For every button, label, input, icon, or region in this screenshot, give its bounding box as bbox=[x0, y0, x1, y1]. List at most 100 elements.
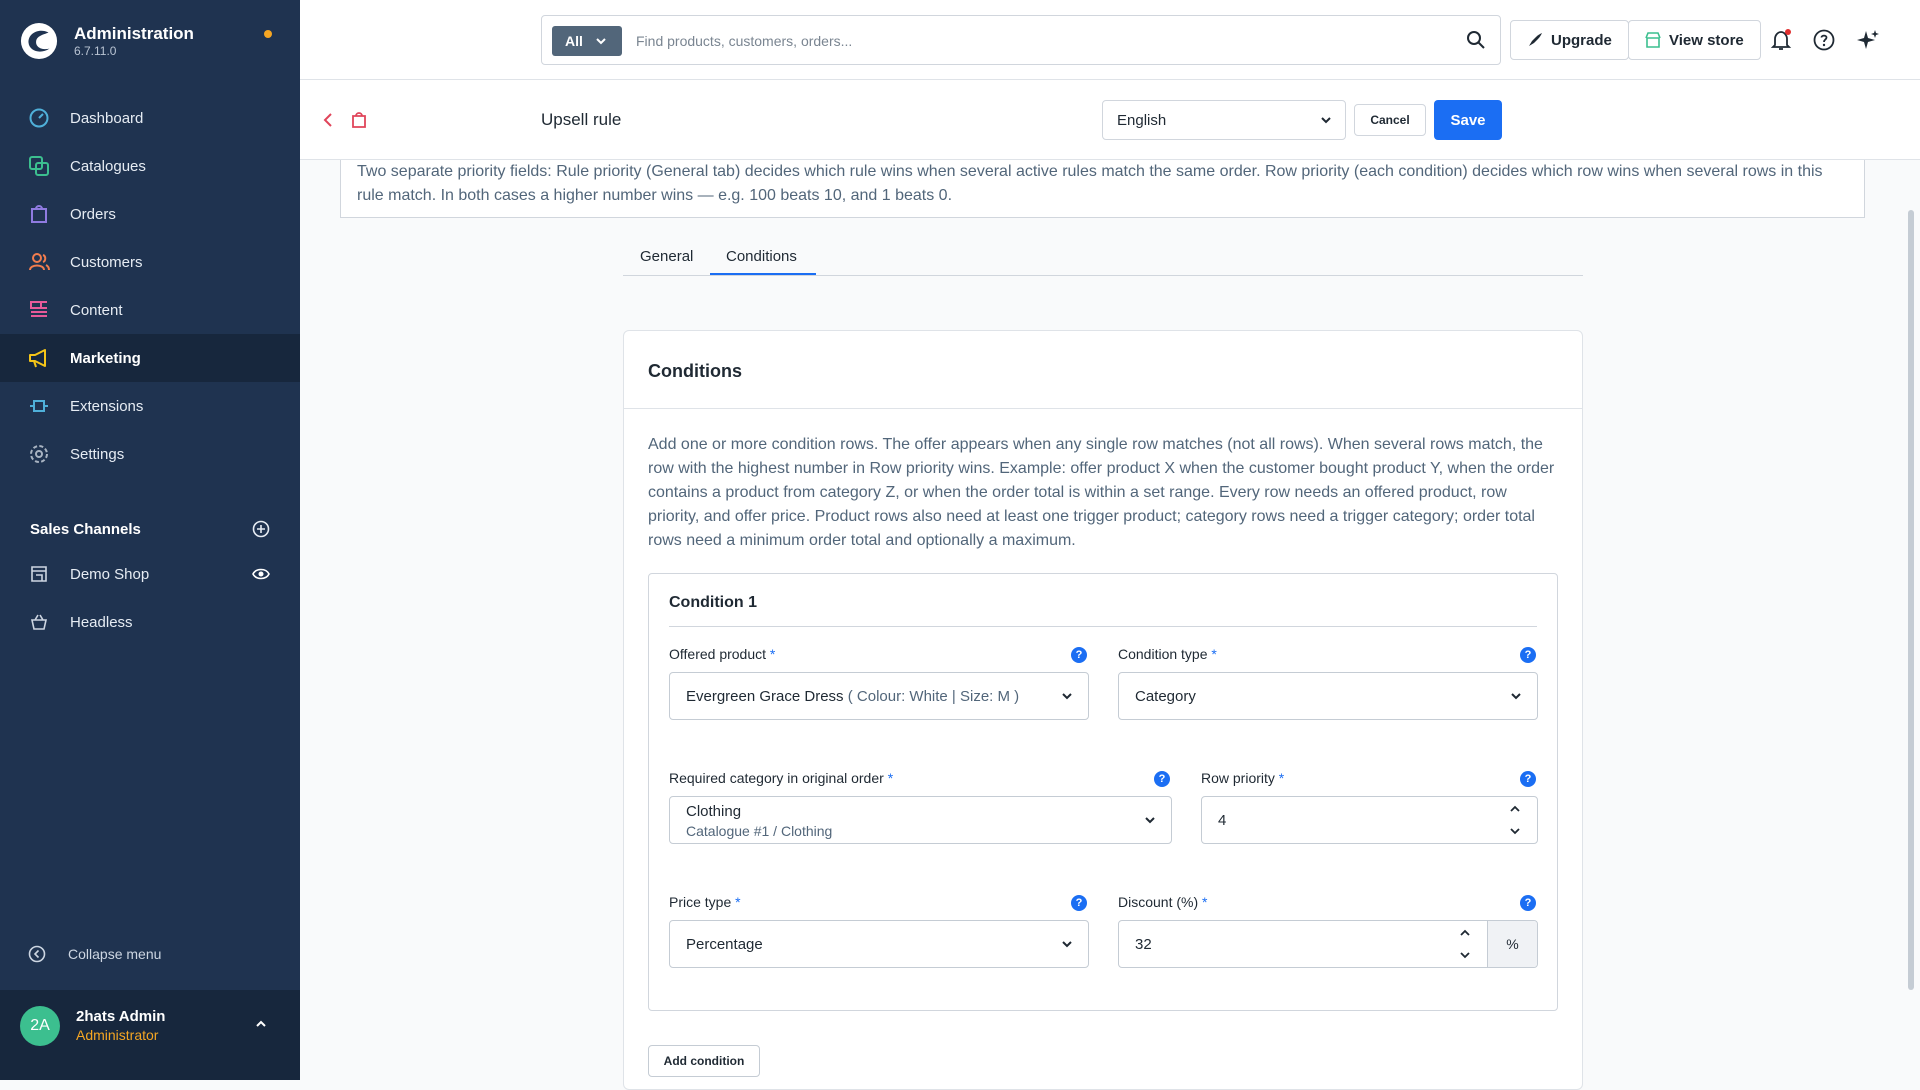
sales-channel-list: Demo Shop Headless bbox=[0, 550, 300, 646]
global-search: All bbox=[541, 15, 1501, 65]
dashboard-icon bbox=[28, 107, 50, 129]
required-marker: * bbox=[1211, 646, 1217, 662]
row-priority-input[interactable]: 4 bbox=[1201, 796, 1538, 844]
priority-info-text: Two separate priority fields: Rule prior… bbox=[340, 160, 1865, 218]
offered-product-variant: ( Colour: White | Size: M ) bbox=[847, 688, 1020, 705]
sidebar-item-label: Settings bbox=[70, 445, 125, 463]
extensions-icon bbox=[28, 395, 50, 417]
help-icon[interactable]: ? bbox=[1520, 771, 1536, 787]
storefront-icon bbox=[28, 563, 50, 585]
sidebar-item-label: Dashboard bbox=[70, 109, 144, 127]
add-sales-channel-icon[interactable] bbox=[252, 520, 270, 538]
sidebar: Administration 6.7.11.0 Dashboard Catalo… bbox=[0, 0, 300, 1080]
sidebar-item-catalogues[interactable]: Catalogues bbox=[0, 142, 300, 190]
sidebar-item-label: Marketing bbox=[70, 349, 141, 367]
sales-channels-title: Sales Channels bbox=[30, 520, 141, 538]
price-type-value: Percentage bbox=[686, 936, 763, 953]
required-marker: * bbox=[887, 770, 894, 786]
field-label-text: Condition type bbox=[1118, 646, 1208, 662]
collapse-menu-button[interactable]: Collapse menu bbox=[28, 945, 161, 963]
user-name: 2hats Admin bbox=[76, 1008, 166, 1025]
field-label-text: Discount (%) bbox=[1118, 894, 1199, 910]
collapse-menu-label: Collapse menu bbox=[68, 946, 162, 962]
decrement-icon[interactable] bbox=[1509, 825, 1521, 837]
shopware-logo-icon bbox=[20, 22, 58, 60]
tab-bar: General Conditions bbox=[623, 240, 1583, 276]
field-label-text: Row priority bbox=[1201, 770, 1275, 786]
discount-label: Discount (%) * bbox=[1118, 894, 1207, 910]
sidebar-item-label: Orders bbox=[70, 205, 116, 223]
sidebar-item-label: Catalogues bbox=[70, 157, 146, 175]
sidebar-item-customers[interactable]: Customers bbox=[0, 238, 300, 286]
discount-suffix: % bbox=[1487, 921, 1537, 967]
help-icon[interactable]: ? bbox=[1520, 895, 1536, 911]
upgrade-button[interactable]: Upgrade bbox=[1510, 20, 1629, 60]
page-header: Upsell rule English Cancel Save bbox=[300, 80, 1920, 160]
condition-type-select[interactable]: Category bbox=[1118, 672, 1538, 720]
divider bbox=[669, 626, 1537, 627]
sparkle-icon[interactable] bbox=[1856, 28, 1880, 52]
cancel-button[interactable]: Cancel bbox=[1354, 104, 1426, 136]
tab-conditions[interactable]: Conditions bbox=[726, 248, 797, 265]
notification-dot bbox=[264, 30, 272, 38]
brand-version: 6.7.11.0 bbox=[74, 44, 117, 58]
required-category-select[interactable]: Clothing Catalogue #1 / Clothing bbox=[669, 796, 1172, 844]
sidebar-item-marketing[interactable]: Marketing bbox=[0, 334, 300, 382]
price-type-select[interactable]: Percentage bbox=[669, 920, 1089, 968]
search-input[interactable] bbox=[634, 26, 1454, 56]
brand[interactable]: Administration 6.7.11.0 bbox=[20, 22, 194, 60]
save-button[interactable]: Save bbox=[1434, 100, 1502, 140]
increment-icon[interactable] bbox=[1459, 927, 1471, 939]
scrollbar[interactable] bbox=[1908, 210, 1914, 990]
page-title: Upsell rule bbox=[541, 110, 622, 129]
condition-row: Condition 1 Offered product * ? Evergree… bbox=[648, 573, 1558, 1011]
chevron-down-icon bbox=[596, 38, 606, 45]
card-title: Conditions bbox=[648, 361, 742, 381]
sidebar-item-extensions[interactable]: Extensions bbox=[0, 382, 300, 430]
required-marker: * bbox=[1278, 770, 1285, 786]
view-store-label: View store bbox=[1669, 31, 1744, 49]
view-store-button[interactable]: View store bbox=[1628, 20, 1761, 60]
sales-channel-headless[interactable]: Headless bbox=[0, 598, 300, 646]
required-category-value: Clothing bbox=[686, 803, 742, 820]
conditions-description: Add one or more condition rows. The offe… bbox=[648, 436, 1555, 549]
back-icon[interactable] bbox=[320, 112, 336, 128]
main-nav: Dashboard Catalogues Orders Customers Co… bbox=[0, 94, 300, 478]
tab-general[interactable]: General bbox=[640, 248, 693, 265]
decrement-icon[interactable] bbox=[1459, 949, 1471, 961]
help-icon[interactable]: ? bbox=[1071, 895, 1087, 911]
condition-type-value: Category bbox=[1135, 688, 1196, 705]
catalogues-icon bbox=[28, 155, 50, 177]
language-value: English bbox=[1117, 111, 1167, 129]
sales-channel-demo-shop[interactable]: Demo Shop bbox=[0, 550, 300, 598]
discount-input[interactable]: 32 % bbox=[1118, 920, 1538, 968]
active-tab-indicator bbox=[710, 273, 816, 275]
offered-product-select[interactable]: Evergreen Grace Dress ( Colour: White | … bbox=[669, 672, 1089, 720]
increment-icon[interactable] bbox=[1509, 803, 1521, 815]
orders-icon bbox=[28, 203, 50, 225]
search-type-dropdown[interactable]: All bbox=[552, 26, 622, 56]
bell-icon[interactable] bbox=[1769, 28, 1793, 52]
help-icon[interactable]: ? bbox=[1071, 647, 1087, 663]
sidebar-item-content[interactable]: Content bbox=[0, 286, 300, 334]
help-icon[interactable]: ? bbox=[1154, 771, 1170, 787]
sidebar-item-orders[interactable]: Orders bbox=[0, 190, 300, 238]
help-icon[interactable] bbox=[1812, 28, 1836, 52]
search-type-label: All bbox=[565, 33, 583, 49]
sidebar-item-label: Extensions bbox=[70, 397, 144, 415]
topbar: All Upgrade View store bbox=[300, 0, 1920, 80]
sidebar-item-dashboard[interactable]: Dashboard bbox=[0, 94, 300, 142]
eye-icon[interactable] bbox=[252, 565, 270, 583]
help-icon[interactable]: ? bbox=[1520, 647, 1536, 663]
offered-product-value: Evergreen Grace Dress bbox=[686, 688, 844, 705]
row-priority-label: Row priority * bbox=[1201, 770, 1284, 786]
add-condition-button[interactable]: Add condition bbox=[648, 1045, 760, 1077]
user-menu[interactable]: 2A 2hats Admin Administrator bbox=[0, 990, 300, 1080]
search-icon[interactable] bbox=[1466, 30, 1486, 50]
sidebar-item-settings[interactable]: Settings bbox=[0, 430, 300, 478]
condition-title: Condition 1 bbox=[669, 594, 757, 611]
offered-product-label: Offered product * bbox=[669, 646, 775, 662]
language-select[interactable]: English bbox=[1102, 100, 1346, 140]
chevron-down-icon bbox=[1511, 693, 1521, 700]
upgrade-label: Upgrade bbox=[1551, 31, 1612, 49]
